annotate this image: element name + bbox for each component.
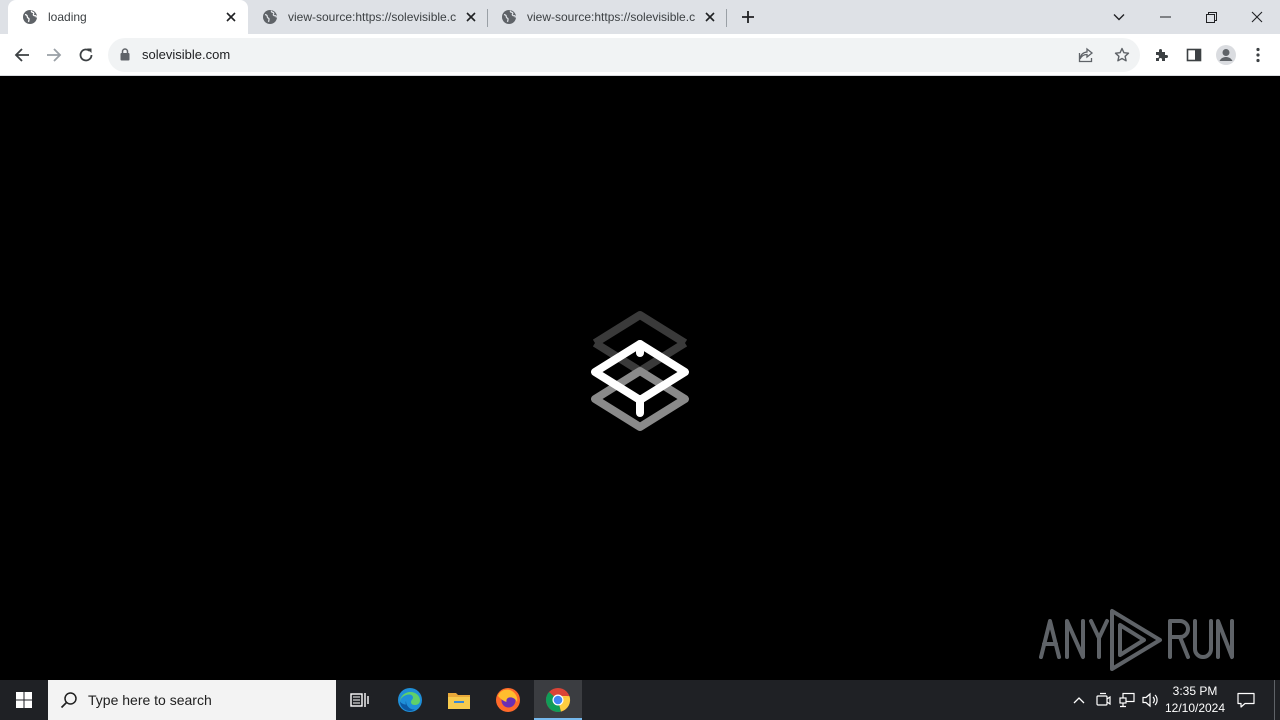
network-icon <box>1119 692 1135 708</box>
tab-close-button[interactable] <box>701 8 719 26</box>
close-window-button[interactable] <box>1234 0 1280 34</box>
avatar-icon <box>1216 45 1236 65</box>
volume-tray-button[interactable] <box>1141 690 1161 710</box>
notification-icon <box>1237 692 1255 708</box>
tab-search-button[interactable] <box>1096 0 1142 34</box>
task-view-icon <box>350 693 369 707</box>
close-icon <box>226 12 236 22</box>
search-icon <box>60 692 77 709</box>
edge-app[interactable] <box>386 680 434 720</box>
star-icon <box>1114 47 1130 62</box>
new-tab-button[interactable] <box>736 5 760 29</box>
show-hidden-icons-button[interactable] <box>1069 690 1089 710</box>
tab-title: loading <box>48 10 87 24</box>
page-content <box>0 77 1280 680</box>
task-view-button[interactable] <box>336 680 384 720</box>
tab-close-button[interactable] <box>462 8 480 26</box>
close-icon <box>466 12 476 22</box>
menu-button[interactable] <box>1242 39 1274 71</box>
taskbar-search-box[interactable]: Type here to search <box>48 680 336 720</box>
start-button[interactable] <box>0 680 48 720</box>
chrome-app[interactable] <box>534 680 582 720</box>
show-desktop-button[interactable] <box>1274 680 1275 720</box>
firefox-app[interactable] <box>484 680 532 720</box>
globe-icon <box>263 10 277 24</box>
share-button[interactable] <box>1074 43 1098 67</box>
search-placeholder: Type here to search <box>88 692 212 708</box>
loading-spinner-icon <box>591 311 689 431</box>
lock-icon[interactable] <box>120 48 130 61</box>
windows-taskbar: Type here to search 3:35 PM 12/10/2024 <box>0 680 1280 720</box>
edge-icon <box>398 688 422 712</box>
globe-icon <box>502 10 516 24</box>
globe-icon <box>23 10 37 24</box>
minimize-icon <box>1159 16 1171 18</box>
reload-button[interactable] <box>70 39 102 71</box>
speaker-icon <box>1142 692 1158 708</box>
restore-button[interactable] <box>1188 0 1234 34</box>
minimize-button[interactable] <box>1142 0 1188 34</box>
browser-toolbar: solevisible.com <box>0 34 1280 76</box>
close-icon <box>1251 11 1263 23</box>
share-icon <box>1078 47 1094 63</box>
arrow-right-icon <box>47 48 62 62</box>
chrome-icon <box>545 688 571 712</box>
restore-icon <box>1205 11 1217 23</box>
meet-now-tray-button[interactable] <box>1093 690 1113 710</box>
file-explorer-app[interactable] <box>435 680 483 720</box>
windows-logo-icon <box>16 692 32 708</box>
clock-date: 12/10/2024 <box>1164 701 1226 715</box>
clock-time: 3:35 PM <box>1172 684 1218 698</box>
extensions-button[interactable] <box>1146 39 1178 71</box>
file-explorer-icon <box>448 693 470 709</box>
back-button[interactable] <box>6 39 38 71</box>
kebab-menu-icon <box>1256 47 1260 63</box>
reload-icon <box>79 48 93 62</box>
profile-button[interactable] <box>1210 39 1242 71</box>
tab-view-source-1[interactable]: view-source:https://solevisible.c <box>248 0 488 34</box>
close-icon <box>705 12 715 22</box>
plus-icon <box>742 11 754 23</box>
side-panel-icon <box>1186 48 1202 62</box>
tab-strip: loading view-source:https://solevisible.… <box>0 0 1280 34</box>
chevron-down-icon <box>1113 14 1125 21</box>
forward-button[interactable] <box>38 39 70 71</box>
tab-title: view-source:https://solevisible.c <box>288 10 457 24</box>
network-tray-button[interactable] <box>1117 690 1137 710</box>
chevron-up-icon <box>1073 697 1085 704</box>
tab-title: view-source:https://solevisible.c <box>527 10 696 24</box>
taskbar-clock[interactable]: 3:35 PM 12/10/2024 <box>1160 683 1230 717</box>
side-panel-button[interactable] <box>1178 39 1210 71</box>
device-icon <box>1096 692 1111 706</box>
tab-separator <box>726 9 727 27</box>
bookmark-button[interactable] <box>1110 43 1134 67</box>
tab-close-button[interactable] <box>222 8 240 26</box>
url-text[interactable]: solevisible.com <box>142 47 230 62</box>
tab-view-source-2[interactable]: view-source:https://solevisible.c <box>487 0 727 34</box>
anyrun-watermark-logo <box>1039 609 1234 671</box>
address-bar[interactable]: solevisible.com <box>108 38 1140 72</box>
action-center-button[interactable] <box>1234 690 1258 710</box>
firefox-icon <box>496 688 520 712</box>
arrow-left-icon <box>14 48 29 62</box>
puzzle-icon <box>1156 49 1168 61</box>
screen: loading view-source:https://solevisible.… <box>0 0 1280 720</box>
tab-loading[interactable]: loading <box>8 0 248 34</box>
